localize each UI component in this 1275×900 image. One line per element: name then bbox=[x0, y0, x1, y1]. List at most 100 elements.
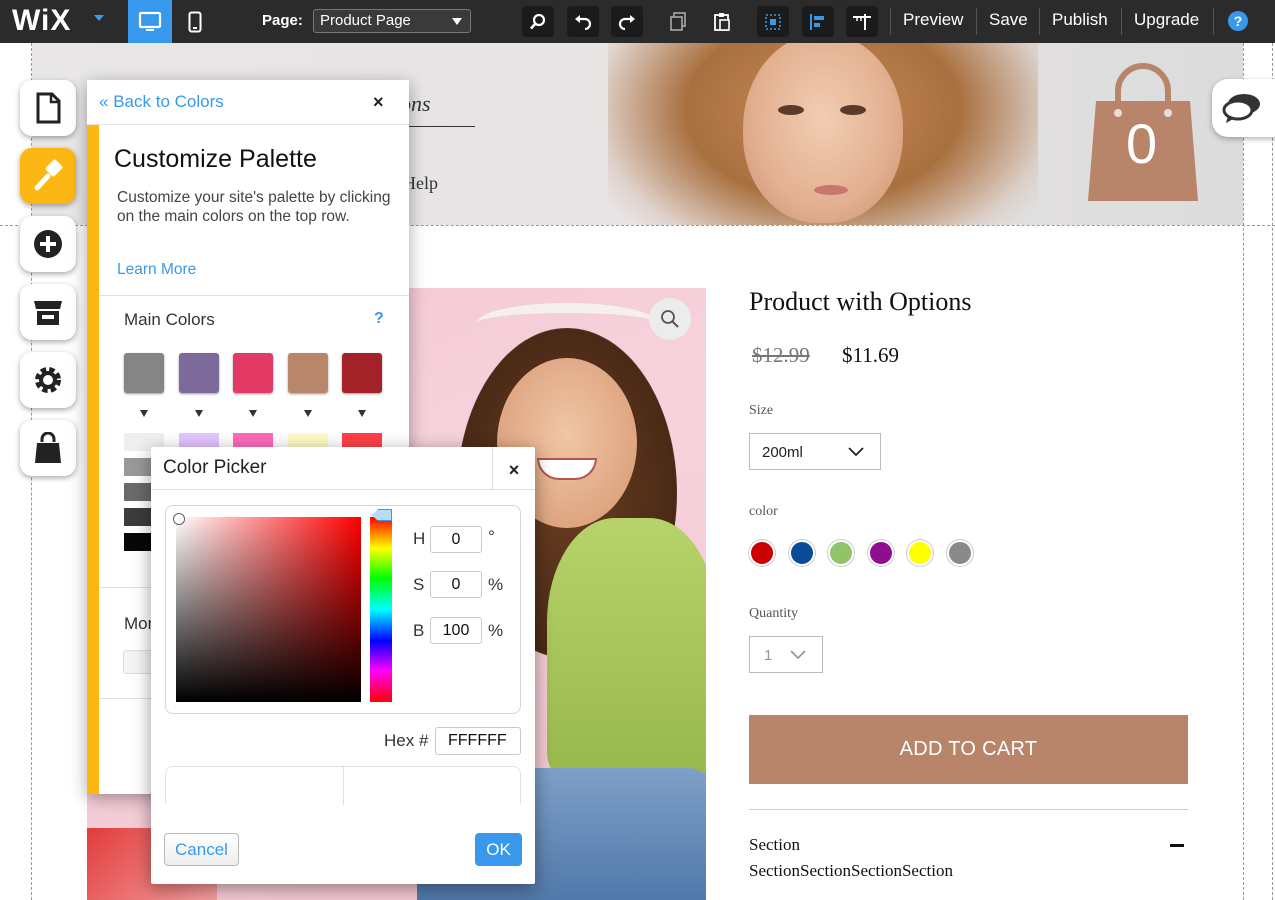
chat-icon bbox=[1222, 94, 1260, 123]
color-preview bbox=[165, 766, 521, 805]
collapse-icon[interactable] bbox=[1170, 844, 1184, 847]
color-swatch[interactable] bbox=[946, 540, 973, 566]
panel-description: Customize your site's palette by clickin… bbox=[117, 189, 391, 225]
help-button[interactable]: ? bbox=[1228, 11, 1248, 31]
chevron-down-icon[interactable] bbox=[140, 410, 148, 417]
color-picker-title: Color Picker bbox=[163, 457, 267, 478]
product-model-top bbox=[547, 518, 706, 778]
color-swatch[interactable] bbox=[907, 540, 933, 566]
paintbrush-icon bbox=[34, 159, 63, 191]
panel-divider bbox=[99, 295, 409, 296]
save-button[interactable]: Save bbox=[989, 10, 1028, 30]
help-icon[interactable]: ? bbox=[374, 310, 384, 328]
color-swatch[interactable] bbox=[749, 540, 775, 566]
size-dropdown[interactable]: 200ml bbox=[749, 433, 881, 470]
app-market-button[interactable] bbox=[20, 284, 76, 340]
copy-button[interactable] bbox=[662, 6, 694, 37]
page-icon bbox=[36, 92, 61, 124]
hue-slider[interactable] bbox=[370, 517, 392, 702]
main-color-swatch[interactable] bbox=[124, 353, 164, 393]
chevron-down-icon[interactable] bbox=[303, 410, 312, 417]
search-icon bbox=[530, 13, 546, 29]
size-value: 200ml bbox=[762, 444, 803, 461]
store-manager-button[interactable] bbox=[20, 420, 76, 476]
page-dropdown-value: Product Page bbox=[320, 12, 411, 29]
saturation-input[interactable]: 0 bbox=[430, 571, 482, 598]
undo-button[interactable] bbox=[567, 6, 599, 37]
chevron-down-icon[interactable] bbox=[249, 410, 257, 417]
layout-guide bbox=[1272, 43, 1273, 900]
close-icon[interactable]: × bbox=[492, 447, 535, 490]
rulers-button[interactable] bbox=[846, 6, 878, 37]
page-dropdown[interactable]: Product Page bbox=[313, 9, 471, 33]
learn-more-link[interactable]: Learn More bbox=[117, 261, 196, 279]
main-color-swatch[interactable] bbox=[287, 353, 328, 393]
main-color-swatch[interactable] bbox=[178, 353, 219, 393]
bunny-ears bbox=[477, 303, 657, 343]
wix-logo[interactable]: WiX bbox=[12, 4, 71, 38]
pages-menu-button[interactable] bbox=[20, 80, 76, 136]
mobile-view-button[interactable] bbox=[173, 0, 217, 43]
gridlines-button[interactable] bbox=[757, 6, 789, 37]
undo-icon bbox=[575, 14, 592, 30]
chat-button[interactable] bbox=[1212, 79, 1275, 137]
upgrade-button[interactable]: Upgrade bbox=[1134, 10, 1199, 30]
publish-button[interactable]: Publish bbox=[1052, 10, 1108, 30]
settings-button[interactable] bbox=[20, 352, 76, 408]
mobile-icon bbox=[188, 11, 202, 32]
double-chevron-left-icon: « bbox=[99, 92, 109, 111]
panel-title: Customize Palette bbox=[114, 145, 317, 173]
section-body: SectionSectionSectionSection bbox=[749, 861, 953, 880]
hue-input[interactable]: 0 bbox=[430, 526, 482, 553]
ruler-icon bbox=[853, 13, 871, 30]
color-swatch[interactable] bbox=[788, 540, 815, 566]
redo-icon bbox=[618, 14, 635, 30]
magnifier-icon bbox=[661, 310, 679, 328]
back-to-colors-link[interactable]: « Back to Colors bbox=[99, 92, 224, 112]
close-icon[interactable]: × bbox=[373, 92, 384, 113]
quantity-value: 1 bbox=[764, 647, 773, 664]
desktop-view-button[interactable] bbox=[128, 0, 172, 43]
section-title[interactable]: Section bbox=[749, 835, 800, 855]
saturation-label: S bbox=[413, 575, 425, 594]
more-colors-label: Mor bbox=[124, 614, 154, 633]
header-model-image[interactable] bbox=[608, 43, 1038, 225]
cancel-button[interactable]: Cancel bbox=[164, 833, 239, 866]
size-label: Size bbox=[749, 403, 774, 418]
color-label: color bbox=[749, 504, 778, 519]
hue-unit: ° bbox=[488, 527, 495, 546]
add-menu-button[interactable] bbox=[20, 216, 76, 272]
color-swatch[interactable] bbox=[828, 540, 854, 566]
main-color-swatch[interactable] bbox=[342, 353, 382, 393]
hex-input[interactable]: FFFFFF bbox=[435, 727, 521, 755]
chevron-down-icon[interactable] bbox=[358, 410, 366, 417]
chevron-down-icon[interactable] bbox=[194, 410, 203, 417]
snap-button[interactable] bbox=[802, 6, 834, 37]
add-to-cart-button[interactable]: ADD TO CART bbox=[749, 715, 1188, 784]
color-selector-handle[interactable] bbox=[174, 514, 184, 524]
paste-button[interactable] bbox=[706, 6, 738, 37]
product-title[interactable]: Product with Options bbox=[749, 287, 971, 317]
zoom-button[interactable] bbox=[522, 6, 554, 37]
original-price: $12.99 bbox=[752, 343, 810, 367]
image-zoom-button[interactable] bbox=[649, 298, 691, 340]
redo-button[interactable] bbox=[611, 6, 643, 37]
section-divider bbox=[749, 809, 1188, 810]
brightness-input[interactable]: 100 bbox=[430, 617, 482, 644]
saturation-brightness-field[interactable] bbox=[176, 517, 361, 702]
main-color-swatch[interactable] bbox=[233, 353, 273, 393]
shopping-bag-icon bbox=[35, 432, 61, 463]
ok-button[interactable]: OK bbox=[475, 833, 522, 866]
quantity-dropdown[interactable]: 1 bbox=[749, 636, 823, 673]
color-picker-dialog: Color Picker × H 0 ° S 0 % B 100 % Hex #… bbox=[151, 447, 535, 884]
header-underline bbox=[405, 126, 475, 127]
desktop-icon bbox=[138, 11, 162, 31]
color-swatch[interactable] bbox=[867, 540, 894, 566]
preview-button[interactable]: Preview bbox=[903, 10, 963, 30]
logo-menu-chevron-icon[interactable] bbox=[94, 15, 104, 21]
top-toolbar: WiX Page: Product Page Preview Save Publ… bbox=[0, 0, 1275, 43]
plus-circle-icon bbox=[34, 230, 62, 258]
toolbar-divider bbox=[1121, 8, 1122, 35]
design-menu-button[interactable] bbox=[20, 148, 76, 204]
cart-count: 0 bbox=[1126, 112, 1158, 175]
